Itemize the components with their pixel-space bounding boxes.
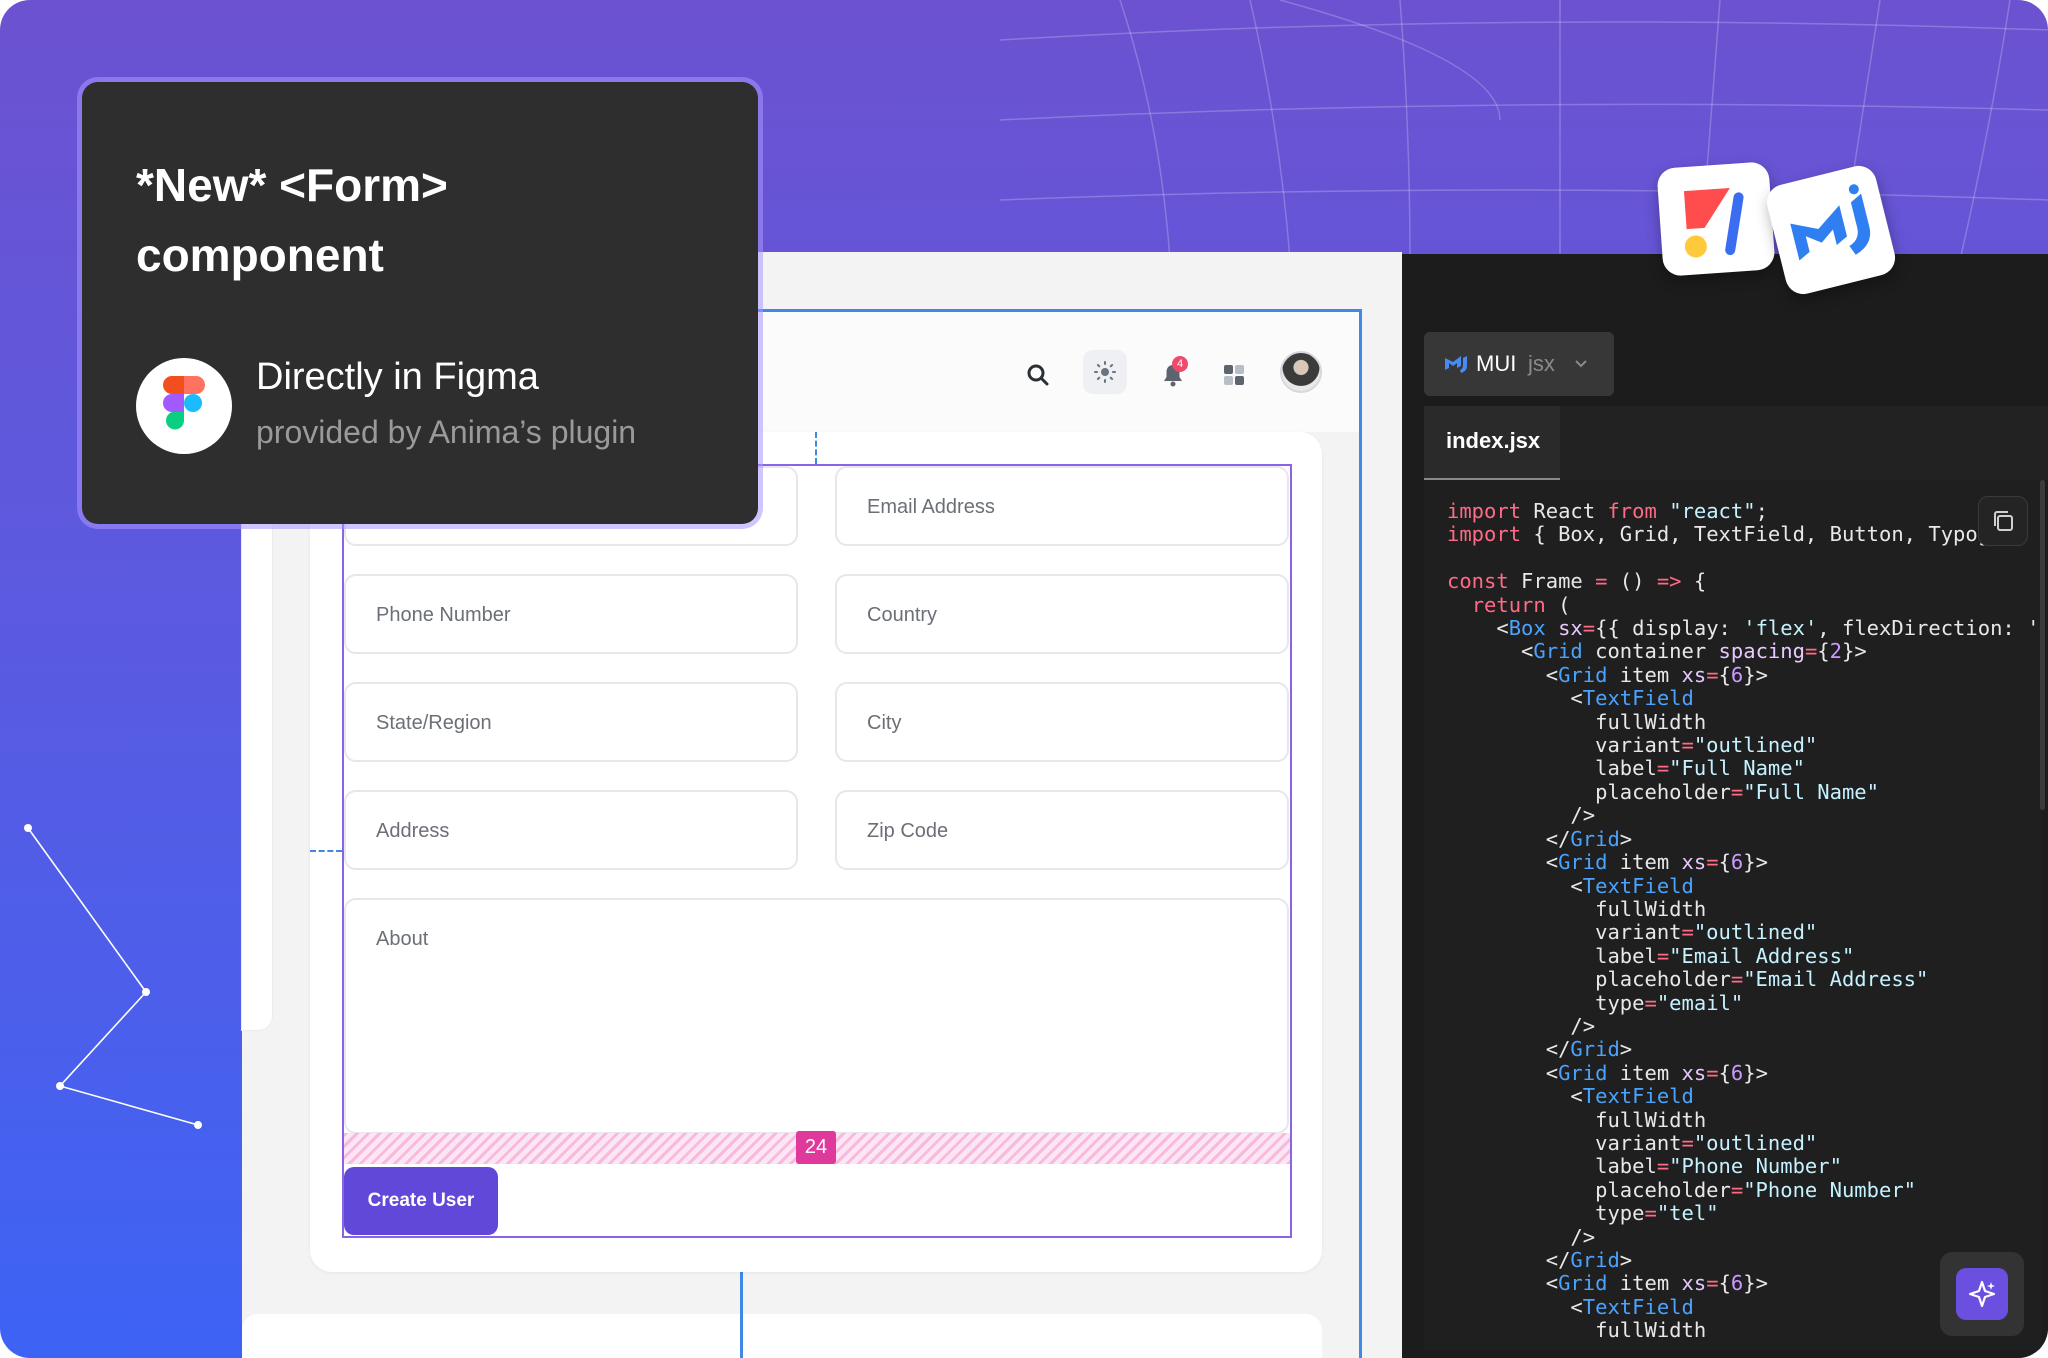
side-panel	[242, 470, 272, 1030]
promo-banner: 4 Email Address Phone Number Country Sta…	[0, 0, 2048, 1358]
create-user-button[interactable]: Create User	[344, 1167, 498, 1235]
promo-title: *New* <Form> component	[136, 150, 696, 290]
spacing-guide-left	[310, 850, 342, 852]
mui-icon	[1444, 352, 1468, 380]
copy-button[interactable]	[1978, 496, 2028, 546]
avatar[interactable]	[1280, 351, 1322, 393]
spacing-guide-top	[815, 432, 817, 464]
promo-title-line2: component	[136, 229, 384, 281]
promo-card	[82, 82, 758, 524]
language-select[interactable]: MUI jsx	[1424, 332, 1614, 396]
promo-caption: provided by Anima’s plugin	[256, 414, 637, 450]
language-label: jsx	[1528, 351, 1555, 376]
figma-logo-icon	[136, 358, 232, 454]
code-text: import React from "react"; import { Box,…	[1447, 499, 2040, 1343]
anima-logo-tile	[1656, 161, 1776, 277]
file-tab-label: index.jsx	[1446, 428, 1541, 453]
apps-grid-icon[interactable]	[1216, 357, 1252, 393]
promo-subtitle: Directly in Figma	[256, 356, 539, 398]
search-icon[interactable]	[1020, 357, 1056, 393]
form-selection-frame	[342, 464, 1292, 1238]
promo-title-line1: *New* <Form>	[136, 159, 448, 211]
chevron-down-icon	[1572, 352, 1590, 378]
notification-badge: 4	[1172, 356, 1188, 372]
constellation-decoration	[24, 824, 202, 1129]
sparkle-icon	[1956, 1268, 2008, 1320]
theme-toggle-icon[interactable]	[1083, 350, 1127, 394]
tab-index-jsx[interactable]: index.jsx	[1424, 406, 1560, 481]
framework-label: MUI	[1476, 351, 1517, 376]
code-scrollbar[interactable]	[2040, 480, 2045, 810]
copy-icon	[1994, 511, 2013, 531]
code-editor[interactable]: import React from "react"; import { Box,…	[1424, 480, 2042, 1350]
